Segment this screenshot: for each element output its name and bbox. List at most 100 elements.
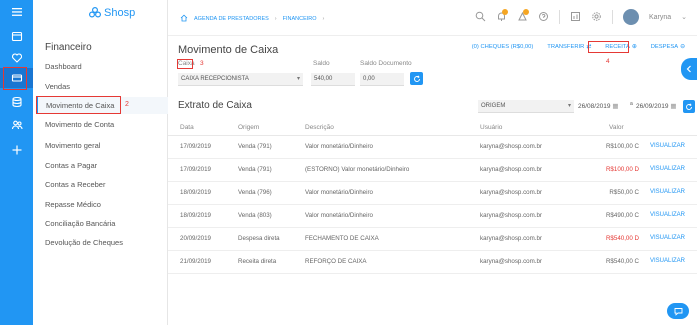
sidebar-item-dashboard[interactable]: Dashboard — [45, 62, 82, 71]
search-icon[interactable] — [475, 11, 486, 24]
sidebar-item-movimento-geral[interactable]: Movimento geral — [45, 141, 100, 150]
sidebar-item-conciliacao[interactable]: Conciliação Bancária — [45, 219, 115, 228]
page-title: Movimento de Caixa — [178, 44, 279, 56]
logo-text: Shosp — [104, 7, 136, 19]
cell-valor: R$540,00 D — [605, 235, 639, 242]
column-header-usuario[interactable]: Usuário — [480, 124, 502, 131]
refresh-extrato-button[interactable] — [683, 100, 695, 113]
cell-valor: R$100,00 D — [605, 166, 639, 173]
cell-valor: R$50,00 C — [609, 189, 639, 196]
bell-icon[interactable] — [496, 8, 508, 24]
cell-origem: Venda (791) — [238, 143, 272, 150]
cell-usuario: karyna@shosp.com.br — [480, 212, 542, 219]
breadcrumb-item-agenda[interactable]: AGENDA DE PRESTADORES — [194, 16, 269, 22]
chart-icon[interactable] — [570, 11, 581, 24]
date-from-field[interactable]: 26/08/2019 ▦ — [578, 100, 619, 113]
caixa-highlight — [177, 59, 193, 69]
origem-filter[interactable]: ORIGEM ▾ — [478, 100, 574, 113]
logo[interactable]: Shosp — [88, 6, 135, 20]
sidebar-item-repasse-medico[interactable]: Repasse Médico — [45, 200, 101, 209]
sidebar: Shosp Financeiro Dashboard Vendas Movime… — [33, 0, 168, 325]
breadcrumb-separator-icon: › — [322, 16, 325, 22]
home-icon[interactable] — [180, 14, 188, 24]
icon-rail — [0, 0, 33, 325]
chat-button[interactable] — [667, 303, 689, 319]
database-icon[interactable] — [0, 92, 33, 112]
visualizar-link[interactable]: VISUALIZAR — [650, 258, 685, 264]
annotation-2: 2 — [125, 101, 129, 108]
caixa-select[interactable]: CAIXA RECEPCIONISTA ▾ — [178, 73, 303, 86]
cell-usuario: karyna@shosp.com.br — [480, 258, 542, 265]
sidebar-item-contas-receber[interactable]: Contas a Receber — [45, 180, 105, 189]
action-bar: (0) CHEQUES (R$0,00) TRANSFERIR ⇄ RECEIT… — [472, 44, 685, 50]
visualizar-link[interactable]: VISUALIZAR — [650, 166, 685, 172]
notification-dot — [522, 8, 529, 15]
column-header-origem[interactable]: Origem — [238, 124, 259, 131]
refresh-saldo-button[interactable] — [410, 72, 423, 85]
column-header-valor[interactable]: Valor — [609, 124, 624, 131]
dropdown-arrow-icon: ▾ — [567, 103, 571, 109]
top-icons: Karyna ⌄ — [475, 8, 687, 25]
table-row: 21/09/2019 Receita direta REFORÇO DE CAIXA… — [168, 251, 697, 274]
sidebar-item-vendas[interactable]: Vendas — [45, 82, 70, 91]
cheques-link[interactable]: (0) CHEQUES (R$0,00) — [472, 44, 534, 50]
transferir-button[interactable]: TRANSFERIR ⇄ — [547, 44, 591, 50]
topbar: AGENDA DE PRESTADORES › FINANCEIRO › Kar… — [168, 0, 697, 36]
column-header-descricao[interactable]: Descrição — [305, 124, 334, 131]
sidebar-item-devolucao-cheques[interactable]: Devolução de Cheques — [45, 238, 123, 247]
cell-usuario: karyna@shosp.com.br — [480, 143, 542, 150]
cell-data: 21/09/2019 — [180, 258, 211, 265]
transferir-label: TRANSFERIR — [547, 44, 585, 50]
sidebar-item-contas-pagar[interactable]: Contas a Pagar — [45, 161, 97, 170]
caixa-value: CAIXA RECEPCIONISTA — [181, 76, 249, 82]
date-from-value: 26/08/2019 — [578, 103, 611, 110]
cell-valor: R$100,00 C — [605, 143, 639, 150]
chat-icon — [674, 307, 682, 316]
logo-icon — [88, 6, 102, 18]
cell-data: 18/09/2019 — [180, 212, 211, 219]
cell-descricao: (ESTORNO) Valor monetário/Dinheiro — [305, 166, 410, 173]
despesa-button[interactable]: DESPESA ⊖ — [651, 44, 685, 50]
visualizar-link[interactable]: VISUALIZAR — [650, 189, 685, 195]
cell-valor: R$540,00 C — [605, 258, 639, 265]
dropdown-arrow-icon: ▾ — [296, 76, 300, 82]
collapse-panel-button[interactable] — [681, 58, 697, 80]
table-header: Data Origem Descrição Usuário Valor — [168, 120, 697, 136]
cell-origem: Venda (791) — [238, 166, 272, 173]
users-icon[interactable] — [0, 115, 33, 135]
calendar-icon[interactable] — [0, 26, 33, 46]
menu-icon[interactable] — [0, 2, 33, 22]
visualizar-link[interactable]: VISUALIZAR — [650, 212, 685, 218]
help-icon[interactable] — [538, 11, 549, 24]
extrato-title: Extrato de Caixa — [178, 100, 252, 111]
cell-data: 20/09/2019 — [180, 235, 211, 242]
divider — [558, 10, 560, 24]
column-header-data[interactable]: Data — [180, 124, 194, 131]
user-name[interactable]: Karyna — [649, 14, 671, 21]
date-to-field[interactable]: 26/09/2019 ▦ — [636, 100, 677, 113]
finance-highlight — [3, 67, 27, 90]
breadcrumb: AGENDA DE PRESTADORES › FINANCEIRO › — [180, 14, 324, 24]
divider — [611, 10, 613, 24]
cell-origem: Venda (796) — [238, 189, 272, 196]
avatar[interactable] — [622, 9, 639, 25]
breadcrumb-item-financeiro[interactable]: FINANCEIRO — [283, 16, 317, 22]
annotation-3: 3 — [200, 60, 204, 67]
alert-icon[interactable] — [517, 8, 529, 24]
plus-circle-icon: ⊕ — [631, 44, 637, 50]
cell-usuario: karyna@shosp.com.br — [480, 166, 542, 173]
sidebar-item-movimento-conta[interactable]: Movimento de Conta — [45, 120, 114, 129]
receita-highlight — [588, 41, 629, 53]
chevron-down-icon[interactable]: ⌄ — [681, 13, 687, 21]
visualizar-link[interactable]: VISUALIZAR — [650, 143, 685, 149]
cell-data: 18/09/2019 — [180, 189, 211, 196]
notification-dot — [501, 8, 508, 15]
table-row: 20/09/2019 Despesa direta FECHAMENTO DE CA… — [168, 228, 697, 251]
gear-icon[interactable] — [591, 11, 602, 24]
breadcrumb-separator-icon: › — [274, 16, 277, 22]
plus-icon[interactable] — [0, 140, 33, 160]
refresh-icon — [686, 103, 692, 110]
refresh-icon — [413, 75, 420, 82]
visualizar-link[interactable]: VISUALIZAR — [650, 235, 685, 241]
heart-icon[interactable] — [0, 48, 33, 68]
